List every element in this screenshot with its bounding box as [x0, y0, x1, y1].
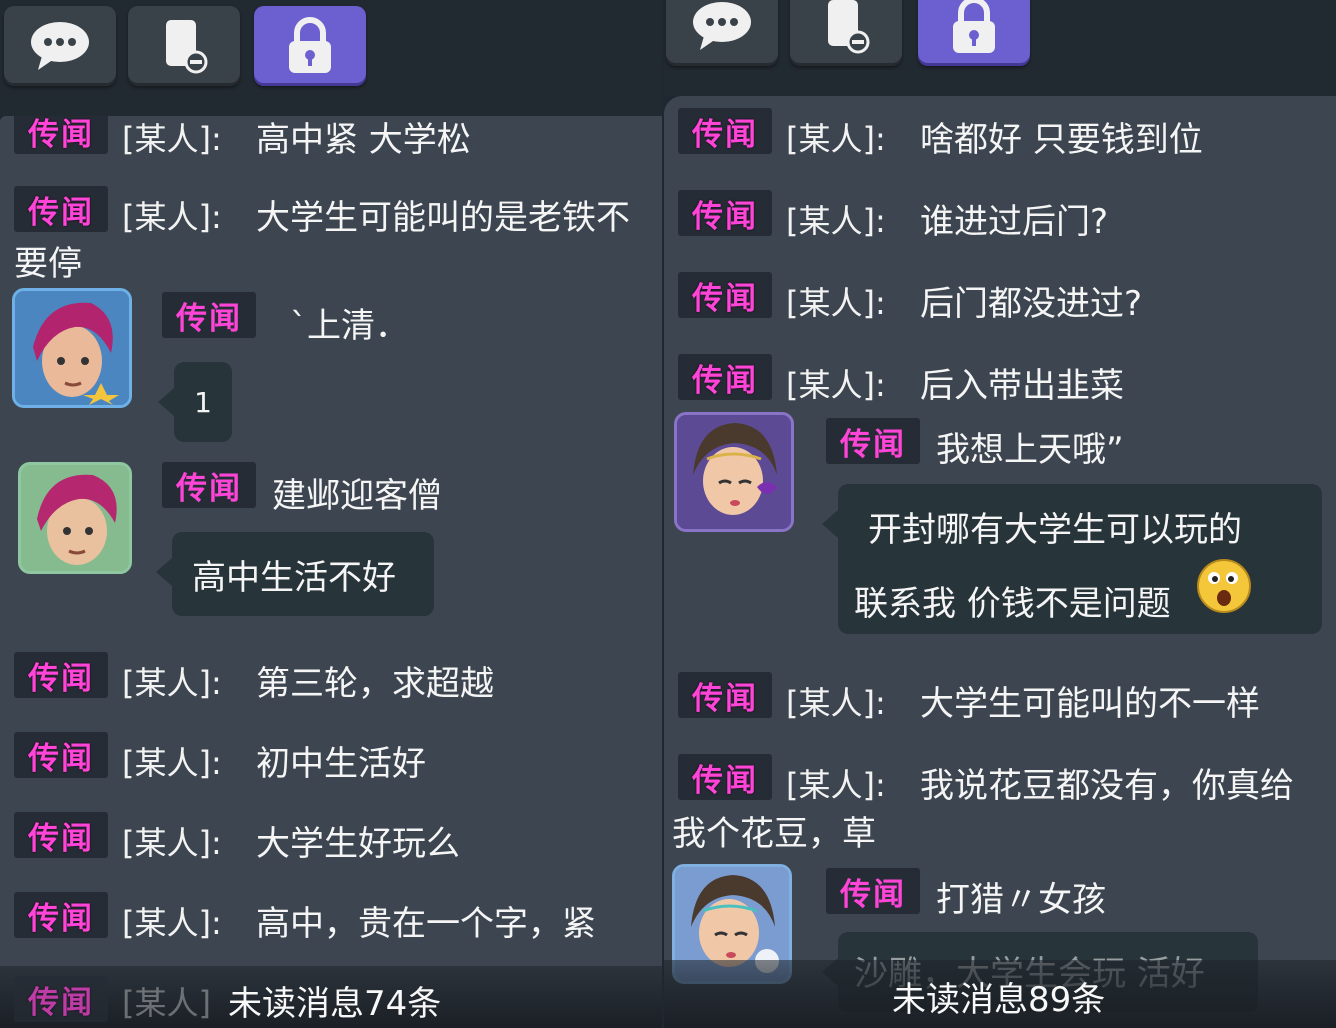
rumor-channel-badge: 传闻 [678, 108, 772, 154]
message-text-continued: 要停 [14, 244, 82, 284]
chat-bubble: 1 [158, 362, 232, 442]
sender-name: [某人]: [122, 824, 222, 862]
sender-name: [某人]: [122, 904, 222, 942]
rumor-channel-badge: 传闻 [14, 892, 108, 938]
tab-chat[interactable] [4, 6, 116, 86]
chat-bubble-icon [693, 2, 751, 50]
message-text: 高中，贵在一个字，紧 [256, 904, 596, 944]
rumor-channel-badge: 传闻 [678, 190, 772, 236]
sender-name: [某人]: [122, 664, 222, 702]
message-text: 第三轮，求超越 [256, 664, 494, 704]
chat-message-row: 传闻 [某人]: 啥都好 只要钱到位 [664, 108, 1336, 164]
avatar-portrait [15, 291, 129, 405]
sender-name: [某人]: [786, 684, 886, 722]
chat-message-list[interactable]: 传闻 [某人]: 高中紧 大学松 传闻 [某人]: 大学生可能叫的是老铁不 要停… [0, 116, 662, 1028]
bubble-text: 联系我 价钱不是问题 [854, 584, 1171, 624]
chat-message-list[interactable]: 传闻 [某人]: 啥都好 只要钱到位 传闻 [某人]: 谁进过后门? 传闻 [某… [664, 96, 1336, 1028]
chat-message-row: 传闻 [某人]: 我说花豆都没有，你真给 [664, 754, 1336, 810]
player-nickname[interactable]: 建邺迎客僧 [272, 468, 442, 517]
player-avatar[interactable] [12, 288, 132, 408]
player-avatar[interactable] [18, 462, 132, 574]
sender-name: [某人]: [122, 120, 222, 158]
message-text: 高中紧 大学松 [256, 120, 471, 160]
chat-message-row: 传闻 [某人]: 第三轮，求超越 [0, 652, 662, 708]
unread-count-label[interactable]: 未读消息74条 [228, 976, 441, 1025]
sender-name: [某人]: [122, 198, 222, 236]
message-text: 啥都好 只要钱到位 [920, 120, 1203, 160]
left-chat-panel: 传闻 [某人]: 高中紧 大学松 传闻 [某人]: 大学生可能叫的是老铁不 要停… [0, 0, 662, 1028]
sender-name: [某人] [122, 984, 211, 1022]
rumor-channel-badge: 传闻 [162, 292, 256, 338]
message-text-continued: 我个花豆，草 [672, 814, 876, 854]
player-nickname[interactable]: 打猎〃女孩 [936, 872, 1106, 921]
avatar-portrait [677, 415, 791, 529]
contacts-icon [166, 20, 208, 74]
sender-name: [某人]: [786, 766, 886, 804]
message-text: 大学生可能叫的是老铁不 [256, 198, 630, 238]
unread-count-label[interactable]: 未读消息89条 [892, 972, 1105, 1021]
rumor-channel-badge: 传闻 [14, 732, 108, 778]
player-avatar[interactable] [674, 412, 794, 532]
chat-message-row: 传闻 [某人]: 大学生可能叫的不一样 [664, 672, 1336, 728]
message-text: 后入带出韭菜 [920, 366, 1124, 406]
chat-message-row: 传闻 [某人]: 谁进过后门? [664, 190, 1336, 246]
chat-bubble: 开封哪有大学生可以玩的 联系我 价钱不是问题 [822, 484, 1322, 634]
rumor-channel-badge: 传闻 [678, 754, 772, 800]
sender-name: [某人]: [122, 744, 222, 782]
chat-message-row: 传闻 [某人]: 后入带出韭菜 [664, 354, 1336, 410]
unread-messages-bar[interactable]: 未读消息89条 [664, 960, 1336, 1028]
chat-message-row: 传闻 [某人]: 大学生可能叫的是老铁不 [0, 186, 662, 242]
message-text: 后门都没进过? [920, 284, 1143, 324]
bubble-text: 开封哪有大学生可以玩的 [868, 510, 1242, 550]
sender-name: [某人]: [786, 120, 886, 158]
rumor-channel-badge: 传闻 [14, 186, 108, 232]
tab-locked[interactable] [918, 0, 1030, 66]
chat-message-row: 传闻 [某人]: 高中，贵在一个字，紧 [0, 892, 662, 948]
chat-message-row: 传闻 [某人]: 初中生活好 [0, 732, 662, 788]
tab-contacts[interactable] [790, 0, 902, 66]
message-text: 谁进过后门? [920, 202, 1109, 242]
unread-messages-bar[interactable]: 传闻 [某人] 未读消息74条 [0, 966, 662, 1028]
chat-message-row: 传闻 [某人]: 后门都没进过? [664, 272, 1336, 328]
surprised-emoji-icon [1197, 559, 1251, 613]
chat-message-row: 传闻 [某人]: 大学生好玩么 [0, 812, 662, 868]
rumor-channel-badge: 传闻 [14, 652, 108, 698]
lock-icon [953, 0, 995, 53]
tab-locked[interactable] [254, 6, 366, 86]
tab-chat[interactable] [666, 0, 778, 66]
contacts-icon [828, 0, 870, 54]
chat-message-row: 传闻 [某人]: 高中紧 大学松 [0, 116, 662, 164]
channel-tab-bar [0, 0, 662, 116]
rumor-channel-badge: 传闻 [678, 354, 772, 400]
sender-name: [某人]: [786, 284, 886, 322]
lock-icon [289, 17, 331, 73]
avatar-portrait [21, 465, 129, 571]
chat-bubble-icon [31, 22, 89, 70]
tab-contacts[interactable] [128, 6, 240, 86]
bubble-text: 1 [194, 385, 212, 419]
player-nickname[interactable]: `上清． [290, 298, 409, 347]
message-text: 大学生可能叫的不一样 [920, 684, 1260, 724]
rumor-channel-badge: 传闻 [14, 116, 108, 154]
player-nickname[interactable]: 我想上天哦” [936, 422, 1124, 471]
rumor-channel-badge: 传闻 [14, 812, 108, 858]
sender-name: [某人]: [786, 202, 886, 240]
message-text: 我说花豆都没有，你真给 [920, 766, 1294, 806]
rumor-channel-badge: 传闻 [14, 976, 108, 1022]
rumor-channel-badge: 传闻 [678, 272, 772, 318]
rumor-channel-badge: 传闻 [162, 462, 256, 508]
bubble-text: 高中生活不好 [192, 557, 396, 598]
sender-name: [某人]: [786, 366, 886, 404]
chat-bubble: 高中生活不好 [156, 532, 434, 616]
rumor-channel-badge: 传闻 [678, 672, 772, 718]
right-chat-panel: 传闻 [某人]: 啥都好 只要钱到位 传闻 [某人]: 谁进过后门? 传闻 [某… [664, 0, 1336, 1028]
message-text: 大学生好玩么 [256, 824, 460, 864]
rumor-channel-badge: 传闻 [826, 868, 920, 914]
channel-tab-bar [664, 0, 1336, 96]
message-text: 初中生活好 [256, 744, 426, 784]
rumor-channel-badge: 传闻 [826, 418, 920, 464]
